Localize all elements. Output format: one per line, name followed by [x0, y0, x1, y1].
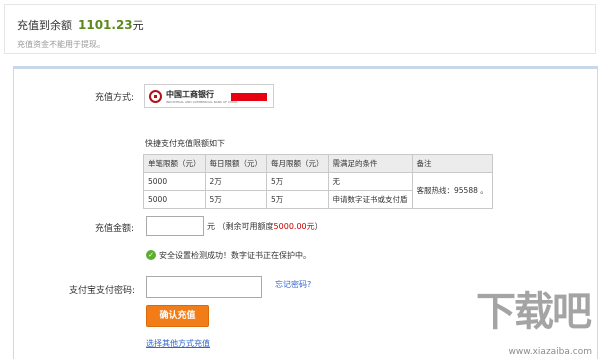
table-cell: 申请数字证书或支付盾 — [327, 190, 413, 209]
amount-hint-suffix: ） — [314, 222, 323, 231]
table-header: 单笔限额（元） — [143, 154, 206, 173]
table-header: 每月限额（元） — [266, 154, 329, 173]
table-header-row: 单笔限额（元） 每日限额（元） 每月限额（元） 需满足的条件 备注 — [143, 154, 493, 173]
table-cell: 无 — [327, 172, 413, 191]
table-cell: 5万 — [204, 190, 267, 209]
method-label: 充值方式: — [94, 93, 134, 103]
table-header: 每日限额（元） — [204, 154, 267, 173]
bank-selector[interactable]: 中国工商银行 INDUSTRIAL AND COMMERCIAL BANK OF… — [144, 84, 274, 108]
bank-name-en: INDUSTRIAL AND COMMERCIAL BANK OF CHINA — [166, 100, 238, 104]
security-status: 安全设置检测成功！数字证书正在保护中。 — [159, 251, 311, 260]
check-icon: ✓ — [146, 250, 156, 260]
icbc-logo-icon — [149, 90, 162, 103]
confirm-recharge-button[interactable]: 确认充值 — [146, 305, 209, 327]
bank-name: 中国工商银行 — [166, 90, 214, 99]
available-quota: 5000.00元 — [273, 222, 315, 231]
watermark-url: www.xiazaiba.com — [508, 347, 592, 357]
summary-note: 充值资金不能用于提现。 — [17, 40, 105, 49]
password-input[interactable] — [146, 276, 262, 298]
balance-amount: 1101.23 — [78, 18, 133, 32]
balance-unit: 元 — [132, 19, 144, 32]
table-cell: 2万 — [204, 172, 267, 191]
amount-hint: 元 （剩余可用额度5000.00元） — [207, 221, 323, 232]
table-cell: 5万 — [266, 172, 329, 191]
redacted-bar — [231, 93, 267, 101]
amount-hint-prefix: 元 （剩余可用额度 — [207, 222, 274, 231]
watermark-logo: 下载吧 — [476, 289, 592, 335]
table-cell: 5000 — [143, 172, 206, 191]
amount-input[interactable] — [146, 216, 204, 236]
table-header: 需满足的条件 — [327, 154, 413, 173]
amount-label: 充值金额: — [94, 224, 134, 234]
forgot-password-link[interactable]: 忘记密码? — [275, 279, 311, 290]
table-row: 5000 2万 5万 无 客服热线：95588 。 — [143, 172, 493, 209]
summary-title-line: 充值到余额 1101.23元 — [17, 17, 144, 33]
limits-table: 单笔限额（元） 每日限额（元） 每月限额（元） 需满足的条件 备注 5000 2… — [143, 154, 493, 209]
password-label: 支付宝支付密码: — [68, 286, 135, 296]
summary-title: 充值到余额 — [17, 19, 72, 32]
table-note-cell: 客服热线：95588 。 — [411, 172, 493, 209]
table-cell: 5万 — [266, 190, 329, 209]
table-header: 备注 — [411, 154, 493, 173]
other-method-link[interactable]: 选择其他方式充值 — [146, 338, 210, 349]
quick-pay-title: 快捷支付充值限额如下 — [145, 139, 225, 148]
table-cell: 5000 — [143, 190, 206, 209]
balance-summary: 充值到余额 1101.23元 充值资金不能用于提现。 — [4, 4, 596, 54]
